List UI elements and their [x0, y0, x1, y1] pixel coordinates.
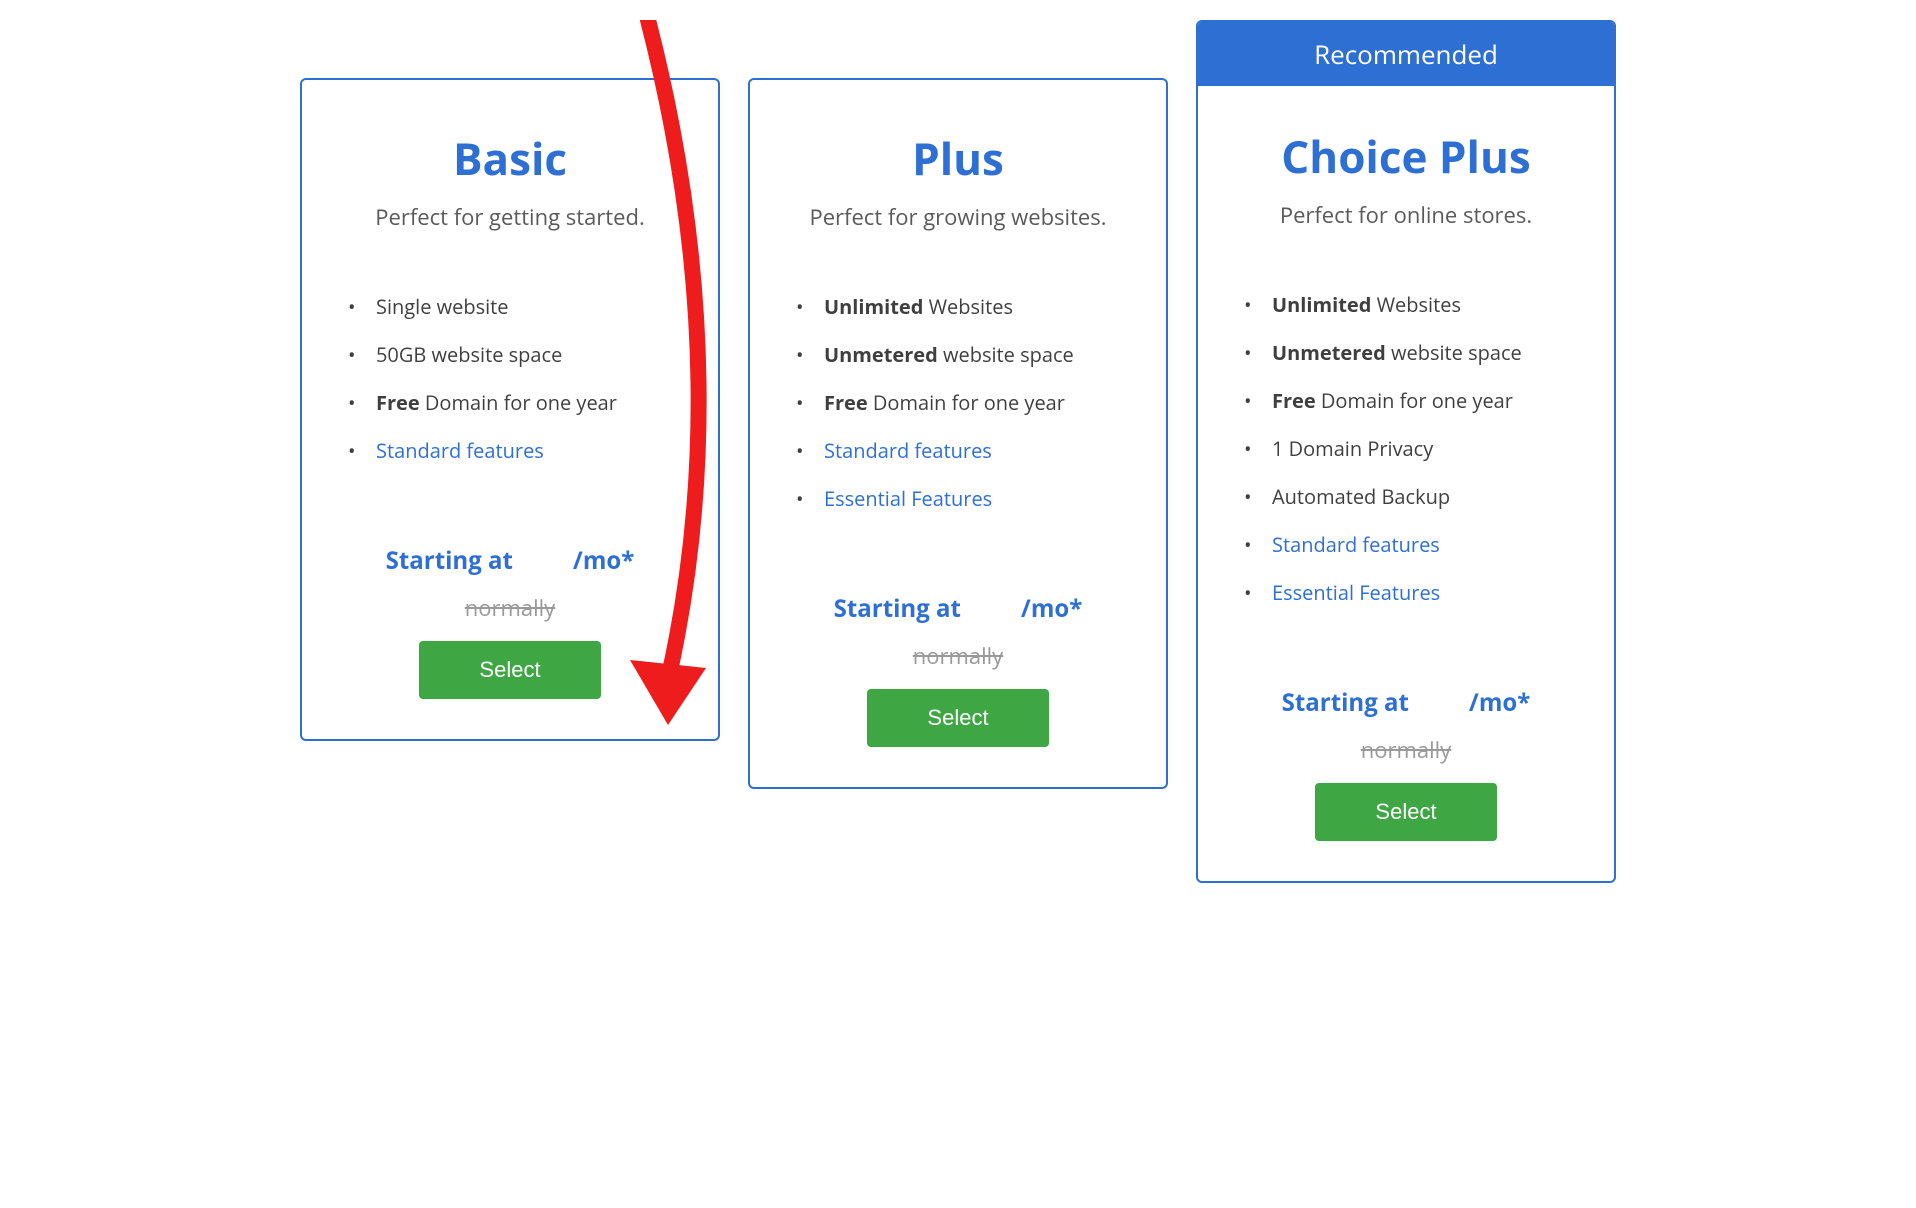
select-button-plus[interactable]: Select — [867, 689, 1048, 747]
plan-title: Plus — [786, 128, 1130, 188]
plan-subtitle: Perfect for online stores. — [1234, 200, 1578, 230]
feature-item: 1 Domain Privacy — [1244, 434, 1578, 464]
feature-item: Free Domain for one year — [348, 388, 682, 418]
price-section: Starting at/mo* normally Select — [338, 544, 682, 699]
plan-card-basic: Basic Perfect for getting started. Singl… — [300, 78, 720, 741]
feature-item: Unlimited Websites — [1244, 290, 1578, 320]
feature-link-standard[interactable]: Standard features — [1244, 530, 1578, 560]
feature-link-standard[interactable]: Standard features — [348, 436, 682, 466]
plan-title: Choice Plus — [1234, 126, 1578, 186]
normally-price: normally — [1234, 735, 1578, 765]
feature-item: Free Domain for one year — [796, 388, 1130, 418]
feature-item: Automated Backup — [1244, 482, 1578, 512]
feature-item: Single website — [348, 292, 682, 322]
recommended-badge: Recommended — [1198, 22, 1614, 86]
feature-link-essential[interactable]: Essential Features — [1244, 578, 1578, 608]
plan-features-list: Single website 50GB website space Free D… — [338, 292, 682, 484]
normally-price: normally — [786, 641, 1130, 671]
feature-item: Unlimited Websites — [796, 292, 1130, 322]
plan-subtitle: Perfect for getting started. — [338, 202, 682, 232]
plan-features-list: Unlimited Websites Unmetered website spa… — [786, 292, 1130, 532]
feature-item: 50GB website space — [348, 340, 682, 370]
feature-item: Free Domain for one year — [1244, 386, 1578, 416]
plan-features-list: Unlimited Websites Unmetered website spa… — [1234, 290, 1578, 626]
price-section: Starting at/mo* normally Select — [786, 592, 1130, 747]
plan-card-choice-plus: Recommended Choice Plus Perfect for onli… — [1196, 20, 1616, 883]
plan-title: Basic — [338, 128, 682, 188]
price-line: Starting at/mo* — [1234, 686, 1578, 719]
select-button-choice-plus[interactable]: Select — [1315, 783, 1496, 841]
normally-price: normally — [338, 593, 682, 623]
plan-card-plus: Plus Perfect for growing websites. Unlim… — [748, 78, 1168, 789]
feature-item: Unmetered website space — [796, 340, 1130, 370]
feature-link-standard[interactable]: Standard features — [796, 436, 1130, 466]
price-section: Starting at/mo* normally Select — [1234, 686, 1578, 841]
pricing-plans-container: Basic Perfect for getting started. Singl… — [258, 20, 1658, 883]
feature-item: Unmetered website space — [1244, 338, 1578, 368]
plan-subtitle: Perfect for growing websites. — [786, 202, 1130, 232]
select-button-basic[interactable]: Select — [419, 641, 600, 699]
price-line: Starting at/mo* — [338, 544, 682, 577]
feature-link-essential[interactable]: Essential Features — [796, 484, 1130, 514]
price-line: Starting at/mo* — [786, 592, 1130, 625]
